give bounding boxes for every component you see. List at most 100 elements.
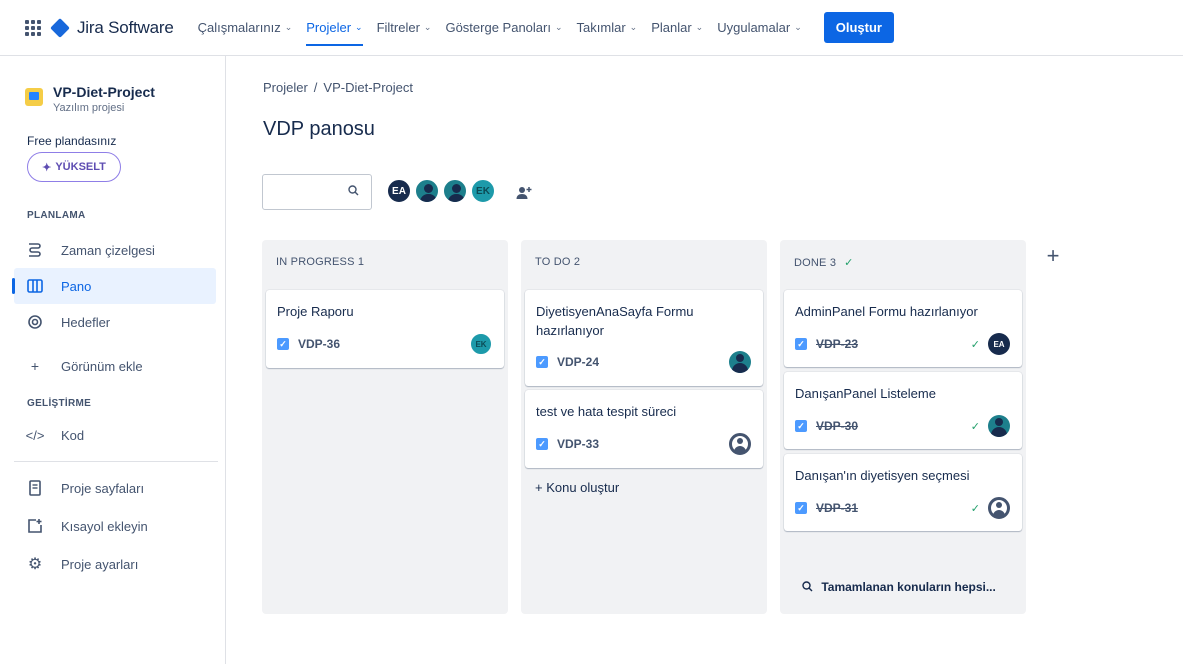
- plus-icon: +: [30, 358, 40, 374]
- add-people-icon[interactable]: [512, 181, 536, 205]
- card-title: DanışanPanel Listeleme: [795, 386, 936, 401]
- project-name: VP-Diet-Project: [53, 84, 155, 100]
- sidebar-item-add-view[interactable]: + Görünüm ekle: [14, 348, 216, 384]
- card-key: ✓ VDP-31: [795, 501, 858, 515]
- checkbox-icon: ✓: [795, 420, 807, 432]
- sidebar: VP-Diet-Project Yazılım projesi Free pla…: [0, 56, 226, 664]
- sidebar-item-goals[interactable]: Hedefler: [14, 304, 216, 340]
- card-key: ✓ VDP-23: [795, 337, 858, 351]
- checkbox-icon: ✓: [795, 502, 807, 514]
- issue-key: VDP-36: [298, 337, 341, 351]
- nav-apps[interactable]: Uygulamalar ⌄: [717, 0, 802, 56]
- project-type: Yazılım projesi: [53, 102, 125, 114]
- column-todo: TO DO 2 DiyetisyenAnaSayfa Formu hazırla…: [521, 240, 767, 614]
- free-plan-text: Free plandasınız: [27, 134, 117, 148]
- issue-card[interactable]: AdminPanel Formu hazırlanıyor ✓ VDP-23 ✓ …: [784, 290, 1022, 367]
- issue-card[interactable]: Proje Raporu ✓ VDP-36 EK: [266, 290, 504, 368]
- issue-card[interactable]: DanışanPanel Listeleme ✓ VDP-30 ✓: [784, 372, 1022, 449]
- timeline-icon: [27, 242, 43, 258]
- nav-filters[interactable]: Filtreler ⌄: [377, 0, 432, 56]
- add-shortcut-icon: [27, 518, 43, 534]
- unassigned-avatar-icon[interactable]: [988, 497, 1010, 519]
- chevron-down-icon: ⌄: [355, 22, 363, 32]
- sidebar-item-label: Hedefler: [61, 314, 111, 330]
- sidebar-item-timeline[interactable]: Zaman çizelgesi: [14, 232, 216, 268]
- app-switcher-icon[interactable]: [25, 19, 41, 36]
- issue-key: VDP-23: [816, 337, 859, 351]
- sidebar-divider: [14, 461, 218, 462]
- target-icon: [27, 314, 43, 330]
- jira-logo[interactable]: Jira Software: [50, 17, 174, 38]
- upgrade-button[interactable]: ✦ YÜKSELT: [27, 152, 121, 182]
- add-column-button[interactable]: +: [1039, 242, 1067, 270]
- search-icon: [348, 185, 359, 199]
- nav-teams[interactable]: Takımlar ⌄: [577, 0, 638, 56]
- issue-key: VDP-30: [816, 419, 859, 433]
- chevron-down-icon: ⌄: [284, 22, 293, 32]
- create-issue-button[interactable]: + Konu oluştur: [535, 480, 619, 495]
- issue-card[interactable]: test ve hata tespit süreci ✓ VDP-33: [525, 390, 763, 468]
- nav-dashboards-label: Gösterge Panoları: [445, 20, 551, 35]
- sidebar-item-project-settings[interactable]: ⚙ Proje ayarları: [14, 546, 216, 582]
- issue-card[interactable]: DiyetisyenAnaSayfa Formu hazırlanıyor ✓ V…: [525, 290, 763, 386]
- resolved-check-icon: ✓: [970, 421, 980, 433]
- search-icon: [802, 580, 821, 594]
- sidebar-item-label: Zaman çizelgesi: [61, 242, 155, 258]
- assignee-avatar[interactable]: [988, 415, 1010, 437]
- checkbox-icon: ✓: [277, 338, 289, 350]
- issue-card[interactable]: Danışan'ın diyetisyen seçmesi ✓ VDP-31 ✓: [784, 454, 1022, 531]
- resolved-check-icon: ✓: [970, 339, 980, 351]
- sidebar-item-board[interactable]: Pano: [12, 268, 216, 304]
- page-icon: [27, 480, 43, 496]
- breadcrumb: Projeler / VP-Diet-Project: [263, 80, 413, 95]
- nav-your-work[interactable]: Çalışmalarınız ⌄: [198, 0, 293, 56]
- unassigned-avatar-icon[interactable]: [729, 433, 751, 455]
- checkbox-icon: ✓: [795, 338, 807, 350]
- avatar-user[interactable]: [414, 178, 440, 204]
- card-key: ✓ VDP-24: [536, 355, 599, 369]
- avatar-initials: EA: [392, 185, 406, 197]
- sidebar-item-project-pages[interactable]: Proje sayfaları: [14, 470, 216, 506]
- avatar-ek[interactable]: EK: [470, 178, 496, 204]
- chevron-down-icon: ⌄: [423, 22, 432, 32]
- assignee-avatar[interactable]: EK: [470, 333, 492, 355]
- section-development: GELİŞTİRME: [27, 398, 92, 409]
- column-in-progress: IN PROGRESS 1 Proje Raporu ✓ VDP-36 EK: [262, 240, 508, 614]
- column-header: TO DO 2: [535, 256, 581, 268]
- issue-key: VDP-24: [557, 355, 600, 369]
- column-title: DONE 3: [794, 257, 837, 269]
- breadcrumb-projects[interactable]: Projeler: [263, 80, 308, 95]
- nav-plans[interactable]: Planlar ⌄: [651, 0, 703, 56]
- all-done-issues-link[interactable]: Tamamlanan konuların hepsi...: [802, 580, 996, 594]
- gear-icon: ⚙: [27, 556, 43, 573]
- sidebar-item-add-shortcut[interactable]: Kısayol ekleyin: [14, 508, 216, 544]
- checkbox-icon: ✓: [536, 356, 548, 368]
- sidebar-item-label: Proje ayarları: [61, 556, 139, 572]
- sidebar-item-label: Kod: [61, 427, 85, 443]
- app-name: Jira Software: [77, 17, 174, 37]
- create-button[interactable]: Oluştur: [823, 12, 894, 43]
- assignee-initials: EK: [475, 339, 487, 349]
- chevron-down-icon: ⌄: [629, 22, 638, 32]
- card-key: ✓ VDP-30: [795, 419, 858, 433]
- breadcrumb-project[interactable]: VP-Diet-Project: [323, 80, 413, 95]
- project-header[interactable]: VP-Diet-Project Yazılım projesi: [25, 84, 155, 114]
- chevron-down-icon: ⌄: [695, 22, 704, 32]
- assignee-avatar[interactable]: [729, 351, 751, 373]
- sparkle-icon: ✦: [42, 161, 52, 174]
- board-search[interactable]: [262, 174, 372, 210]
- card-title: test ve hata tespit süreci: [536, 404, 677, 419]
- top-navigation: Jira Software Çalışmalarınız ⌄ Projeler ⌄ …: [0, 0, 1183, 56]
- all-done-label: Tamamlanan konuların hepsi...: [821, 580, 996, 594]
- nav-projects[interactable]: Projeler ⌄: [306, 0, 363, 56]
- assignee-avatar[interactable]: EA: [988, 333, 1010, 355]
- avatar-ea[interactable]: EA: [386, 178, 412, 204]
- card-key: ✓ VDP-36: [277, 337, 340, 351]
- search-input[interactable]: [263, 175, 343, 209]
- nav-dashboards[interactable]: Gösterge Panoları ⌄: [445, 0, 562, 56]
- avatar-user[interactable]: [442, 178, 468, 204]
- sidebar-item-code[interactable]: </> Kod: [14, 417, 216, 453]
- column-header: IN PROGRESS 1: [276, 256, 365, 268]
- nav-plans-label: Planlar: [651, 20, 692, 35]
- chevron-down-icon: ⌄: [794, 22, 802, 32]
